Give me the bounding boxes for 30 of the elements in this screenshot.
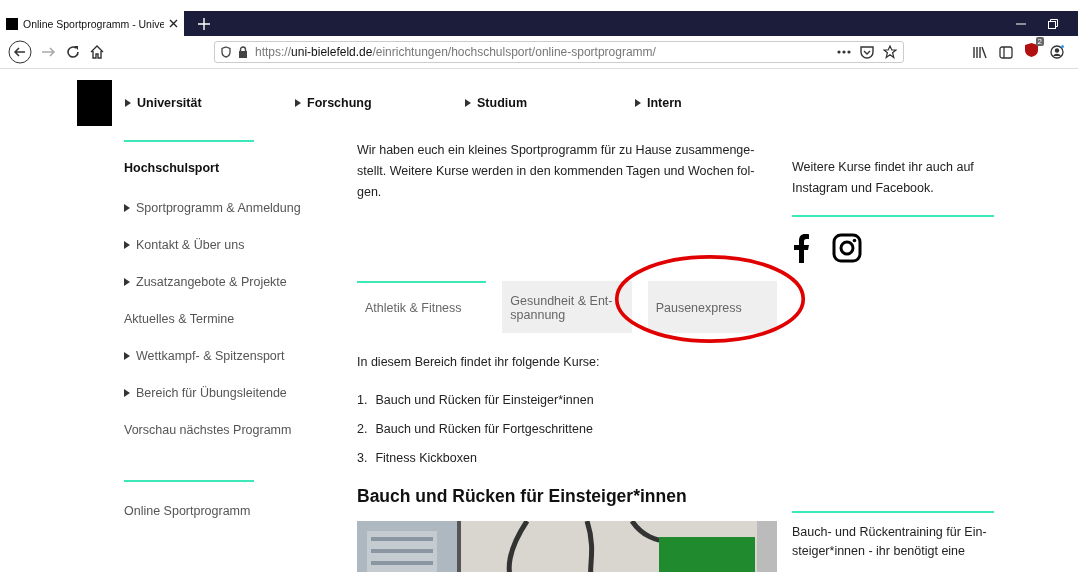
course-item: Fitness Kickboxen [375,450,477,465]
nav-link[interactable]: Intern [635,95,805,110]
address-bar[interactable]: https://uni-bielefeld.de/einrichtungen/hochschulsport/online-sportprogramm/ [214,41,904,63]
intro-text: Wir haben euch ein kleines Sportprogramm für zu Hause zusammenge- stellt. Weitere Kurse werden in den kommenden Tagen und Wochen fol- gen. [357,142,756,201]
nav-link[interactable]: Studium [465,95,635,110]
nav-link[interactable]: Forschung [295,95,465,110]
sidebar-item[interactable]: Wettkampf- & Spitzensport [124,337,285,374]
nav-link[interactable]: Universität [125,95,295,110]
list-number: 3. [357,450,368,465]
course-item: Bauch und Rücken für Einsteiger*innen [375,392,594,407]
category-tab[interactable]: Gesundheit & Ent- spannung [502,281,632,333]
list-intro: In diesem Bereich findet ihr folgende Kurse: [357,354,601,371]
sidebar-item[interactable]: Zusatzangebote & Projekte [124,263,287,300]
list-number: 1. [357,392,368,407]
category-tab[interactable]: Pausenexpress [647,281,777,333]
course-item: Bauch und Rücken für Fortgeschrittene [375,421,593,436]
info-text: Weitere Kurse findet ihr auch auf Instagram und Facebook. [792,159,975,197]
sidebar-item[interactable]: Aktuelles & Termine [124,300,235,337]
list-number: 2. [357,421,368,436]
sidebar-item[interactable]: Sportprogramm & Anmeldung [124,189,301,226]
course-description: Bauch- und Rückentraining für Ein- steiger*innen - ihr benötigt eine [792,524,988,560]
sidebar-item[interactable]: Vorschau nächstes Programm [124,411,292,448]
count-badge: 2 [1035,37,1044,46]
section-heading: Bauch und Rücken für Einsteiger*innen [357,486,688,507]
sidebar-title: Hochschulsport [124,161,221,175]
sidebar-item[interactable]: Kontakt & Über uns [124,226,245,263]
url-text: https://uni-bielefeld.de/einrichtungen/hochschulsport/online-sportprogramm/ [255,45,656,59]
sidebar-item[interactable]: Online Sportprogramm [124,492,251,529]
sidebar-item[interactable]: Bereich für Übungsleitende [124,374,287,411]
browser-tab[interactable]: Online Sportprogramm - Unive [0,11,184,36]
